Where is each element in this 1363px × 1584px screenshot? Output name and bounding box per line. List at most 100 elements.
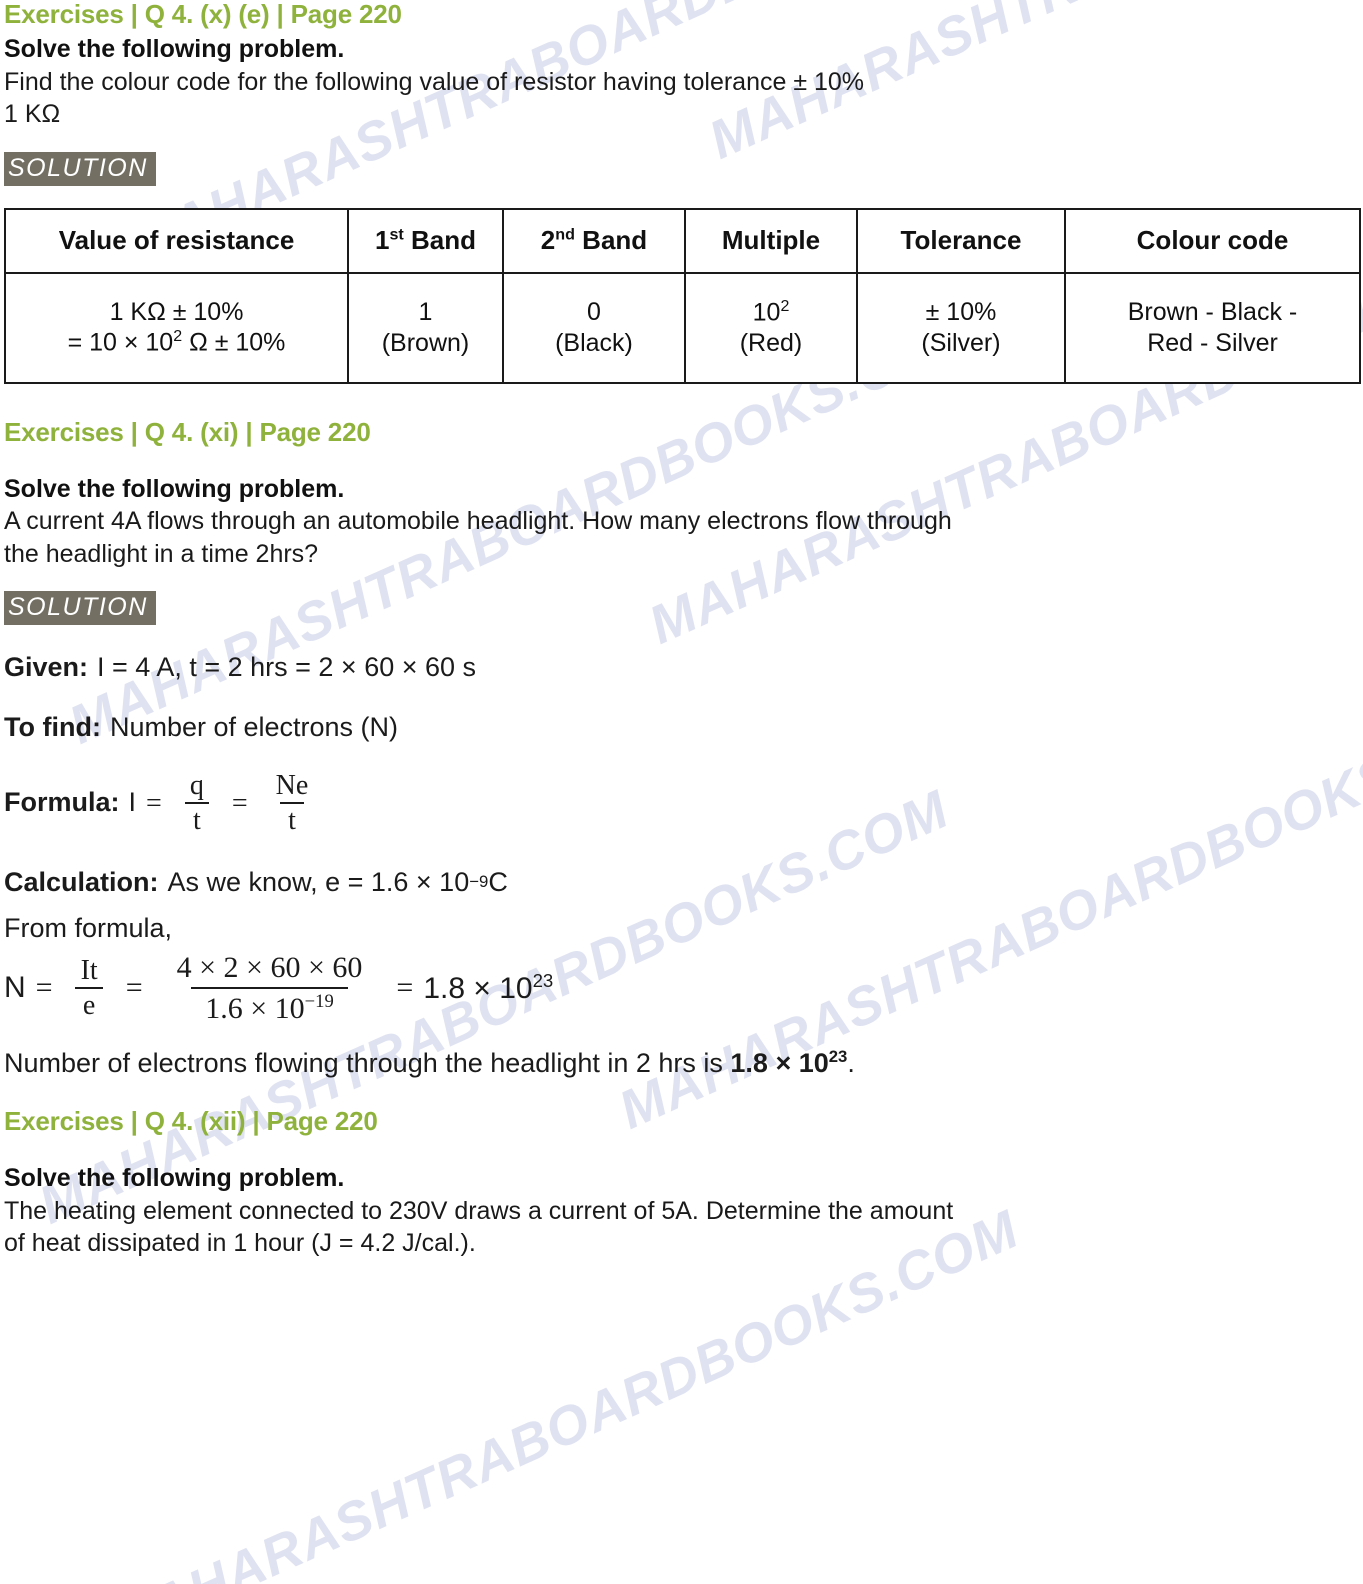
calculation-text-post: C bbox=[488, 866, 508, 897]
equation-result-exponent: 23 bbox=[532, 970, 554, 992]
equation-frac2-numerator: 4 × 2 × 60 × 60 bbox=[176, 951, 363, 985]
prompt-body-2-line1: A current 4A flows through an automobile… bbox=[4, 507, 952, 536]
th-first-band: 1st Band bbox=[347, 207, 504, 274]
th-multiple: Multiple bbox=[684, 207, 858, 274]
tolerance-value: ± 10% bbox=[925, 298, 997, 327]
td-multiple: 102 (Red) bbox=[684, 271, 858, 384]
formula-frac2-numerator: Ne bbox=[275, 769, 309, 801]
calculation-text-pre: As we know, e = 1.6 × 10 bbox=[167, 866, 470, 897]
conclusion-value-mantissa: 1.8 × 10 bbox=[730, 1048, 829, 1079]
formula-fraction-ne-over-t: Ne t bbox=[268, 769, 317, 836]
equation-lhs-n: N bbox=[4, 971, 26, 1005]
equation-frac2-den-exponent: −19 bbox=[304, 990, 334, 1012]
td-first-band: 1 (Brown) bbox=[347, 271, 504, 384]
th-first-band-word: Band bbox=[403, 225, 477, 256]
th-tolerance: Tolerance bbox=[856, 207, 1066, 274]
prompt-body-1-line1: Find the colour code for the following v… bbox=[4, 67, 865, 96]
section-q4-xii: Exercises | Q 4. (xii) | Page 220 Solve … bbox=[4, 1107, 1359, 1259]
equation-frac1-numerator: It bbox=[80, 954, 98, 986]
electron-count-equation: N = It e = 4 × 2 × 60 × 60 1.6 × 10−19 =… bbox=[4, 952, 1359, 1024]
prompt-body-3-line2: of heat dissipated in 1 hour (J = 4.2 J/… bbox=[4, 1229, 476, 1258]
prompt-body-1-line2: 1 KΩ bbox=[4, 100, 61, 129]
prompt-title-1: Solve the following problem. bbox=[4, 35, 345, 64]
td-second-band: 0 (Black) bbox=[502, 271, 686, 384]
conclusion-line: Number of electrons flowing through the … bbox=[4, 1046, 1359, 1081]
conclusion-text-pre: Number of electrons flowing through the … bbox=[4, 1048, 731, 1079]
given-text: I = 4 A, t = 2 hrs = 2 × 60 × 60 s bbox=[97, 652, 477, 683]
prompt-title-2: Solve the following problem. bbox=[4, 474, 345, 503]
second-band-colour: (Black) bbox=[555, 328, 633, 357]
resistance-line-2-pre: = 10 × 10 bbox=[67, 328, 174, 357]
th-second-band-num: 2 bbox=[540, 225, 556, 256]
formula-frac1-numerator: q bbox=[189, 769, 204, 801]
solution-tag-2: SOLUTION bbox=[4, 591, 156, 626]
resistance-line-2: = 10 × 102 Ω ± 10% bbox=[12, 327, 341, 358]
th-colour-code: Colour code bbox=[1064, 207, 1361, 274]
th-first-band-ordinal: st bbox=[389, 225, 404, 244]
prompt-title-3: Solve the following problem. bbox=[4, 1164, 345, 1193]
equation-equals-1: = bbox=[35, 971, 53, 1005]
solution-tag-1: SOLUTION bbox=[4, 151, 156, 186]
th-second-band-word: Band bbox=[574, 225, 648, 256]
formula-lhs: I bbox=[128, 787, 137, 818]
colour-code-line-1: Brown - Black - bbox=[1127, 298, 1298, 327]
given-line: Given: I = 4 A, t = 2 hrs = 2 × 60 × 60 … bbox=[4, 651, 1359, 685]
th-second-band-ordinal: nd bbox=[555, 225, 575, 244]
conclusion-text-post: . bbox=[847, 1048, 855, 1079]
exercise-heading-2: Exercises | Q 4. (xi) | Page 220 bbox=[4, 416, 371, 447]
formula-line: Formula: I = q t = Ne t bbox=[4, 769, 1359, 836]
resistance-line-1: 1 KΩ ± 10% bbox=[109, 297, 244, 326]
to-find-line: To find: Number of electrons (N) bbox=[4, 711, 1359, 745]
colour-code-line-2: Red - Silver bbox=[1147, 328, 1278, 357]
multiple-exponent: 2 bbox=[780, 297, 790, 315]
equation-equals-3: = bbox=[396, 971, 414, 1005]
formula-equals-1: = bbox=[146, 787, 162, 819]
td-value-of-resistance: 1 KΩ ± 10% = 10 × 102 Ω ± 10% bbox=[4, 271, 349, 384]
first-band-colour: (Brown) bbox=[381, 328, 470, 357]
to-find-text: Number of electrons (N) bbox=[109, 711, 399, 742]
resistance-line-2-exponent: 2 bbox=[173, 328, 183, 346]
from-formula-text: From formula, bbox=[4, 913, 173, 944]
multiple-value: 102 bbox=[692, 297, 850, 328]
formula-frac2-denominator: t bbox=[280, 802, 304, 835]
equation-frac2-denominator: 1.6 × 10−19 bbox=[191, 986, 348, 1025]
equation-fraction-it-over-e: It e bbox=[73, 954, 106, 1021]
th-first-band-num: 1 bbox=[374, 225, 390, 256]
td-tolerance: ± 10% (Silver) bbox=[856, 271, 1066, 384]
formula-equals-2: = bbox=[231, 787, 248, 819]
equation-result: 1.8 × 1023 bbox=[423, 970, 553, 1006]
equation-frac2-den-pre: 1.6 × 10 bbox=[205, 991, 305, 1025]
prompt-body-2-line2: the headlight in a time 2hrs? bbox=[4, 539, 319, 568]
resistance-line-2-post: Ω ± 10% bbox=[182, 328, 286, 357]
worked-solution-xi: Given: I = 4 A, t = 2 hrs = 2 × 60 × 60 … bbox=[4, 651, 1359, 1081]
calculation-label: Calculation: bbox=[4, 866, 159, 897]
resistor-colour-code-table: Value of resistance 1st Band 2nd Band Mu… bbox=[4, 207, 1361, 384]
first-band-digit: 1 bbox=[418, 298, 433, 327]
conclusion-value-exponent: 23 bbox=[828, 1047, 848, 1067]
td-colour-code: Brown - Black - Red - Silver bbox=[1064, 271, 1361, 384]
to-find-label: To find: bbox=[4, 711, 101, 742]
multiple-colour: (Red) bbox=[739, 328, 803, 357]
table-header-row: Value of resistance 1st Band 2nd Band Mu… bbox=[4, 207, 1361, 274]
given-label: Given: bbox=[4, 652, 89, 683]
th-value-of-resistance: Value of resistance bbox=[4, 207, 349, 274]
prompt-body-3-line1: The heating element connected to 230V dr… bbox=[4, 1196, 954, 1225]
document-page: Exercises | Q 4. (x) (e) | Page 220 Solv… bbox=[0, 0, 1363, 1259]
equation-fraction-numeric: 4 × 2 × 60 × 60 1.6 × 10−19 bbox=[163, 952, 377, 1024]
calculation-line: Calculation: As we know, e = 1.6 × 10 −9 … bbox=[4, 866, 1359, 900]
calculation-exponent: −9 bbox=[469, 871, 489, 891]
formula-label: Formula: bbox=[4, 787, 120, 818]
exercise-heading-3: Exercises | Q 4. (xii) | Page 220 bbox=[4, 1106, 378, 1137]
second-band-digit: 0 bbox=[587, 298, 601, 327]
equation-equals-2: = bbox=[125, 971, 143, 1005]
tolerance-colour: (Silver) bbox=[921, 328, 1001, 357]
multiple-base: 10 bbox=[752, 298, 781, 327]
equation-result-mantissa: 1.8 × 10 bbox=[423, 972, 533, 1006]
formula-frac1-denominator: t bbox=[184, 802, 209, 835]
formula-fraction-q-over-t: q t bbox=[182, 769, 212, 836]
equation-frac1-denominator: e bbox=[74, 987, 104, 1021]
section-q4-x-e: Exercises | Q 4. (x) (e) | Page 220 Solv… bbox=[4, 0, 1361, 384]
th-second-band: 2nd Band bbox=[502, 207, 686, 274]
section-q4-xi: Exercises | Q 4. (xi) | Page 220 Solve t… bbox=[4, 416, 1359, 1082]
exercise-heading-1: Exercises | Q 4. (x) (e) | Page 220 bbox=[4, 0, 402, 29]
